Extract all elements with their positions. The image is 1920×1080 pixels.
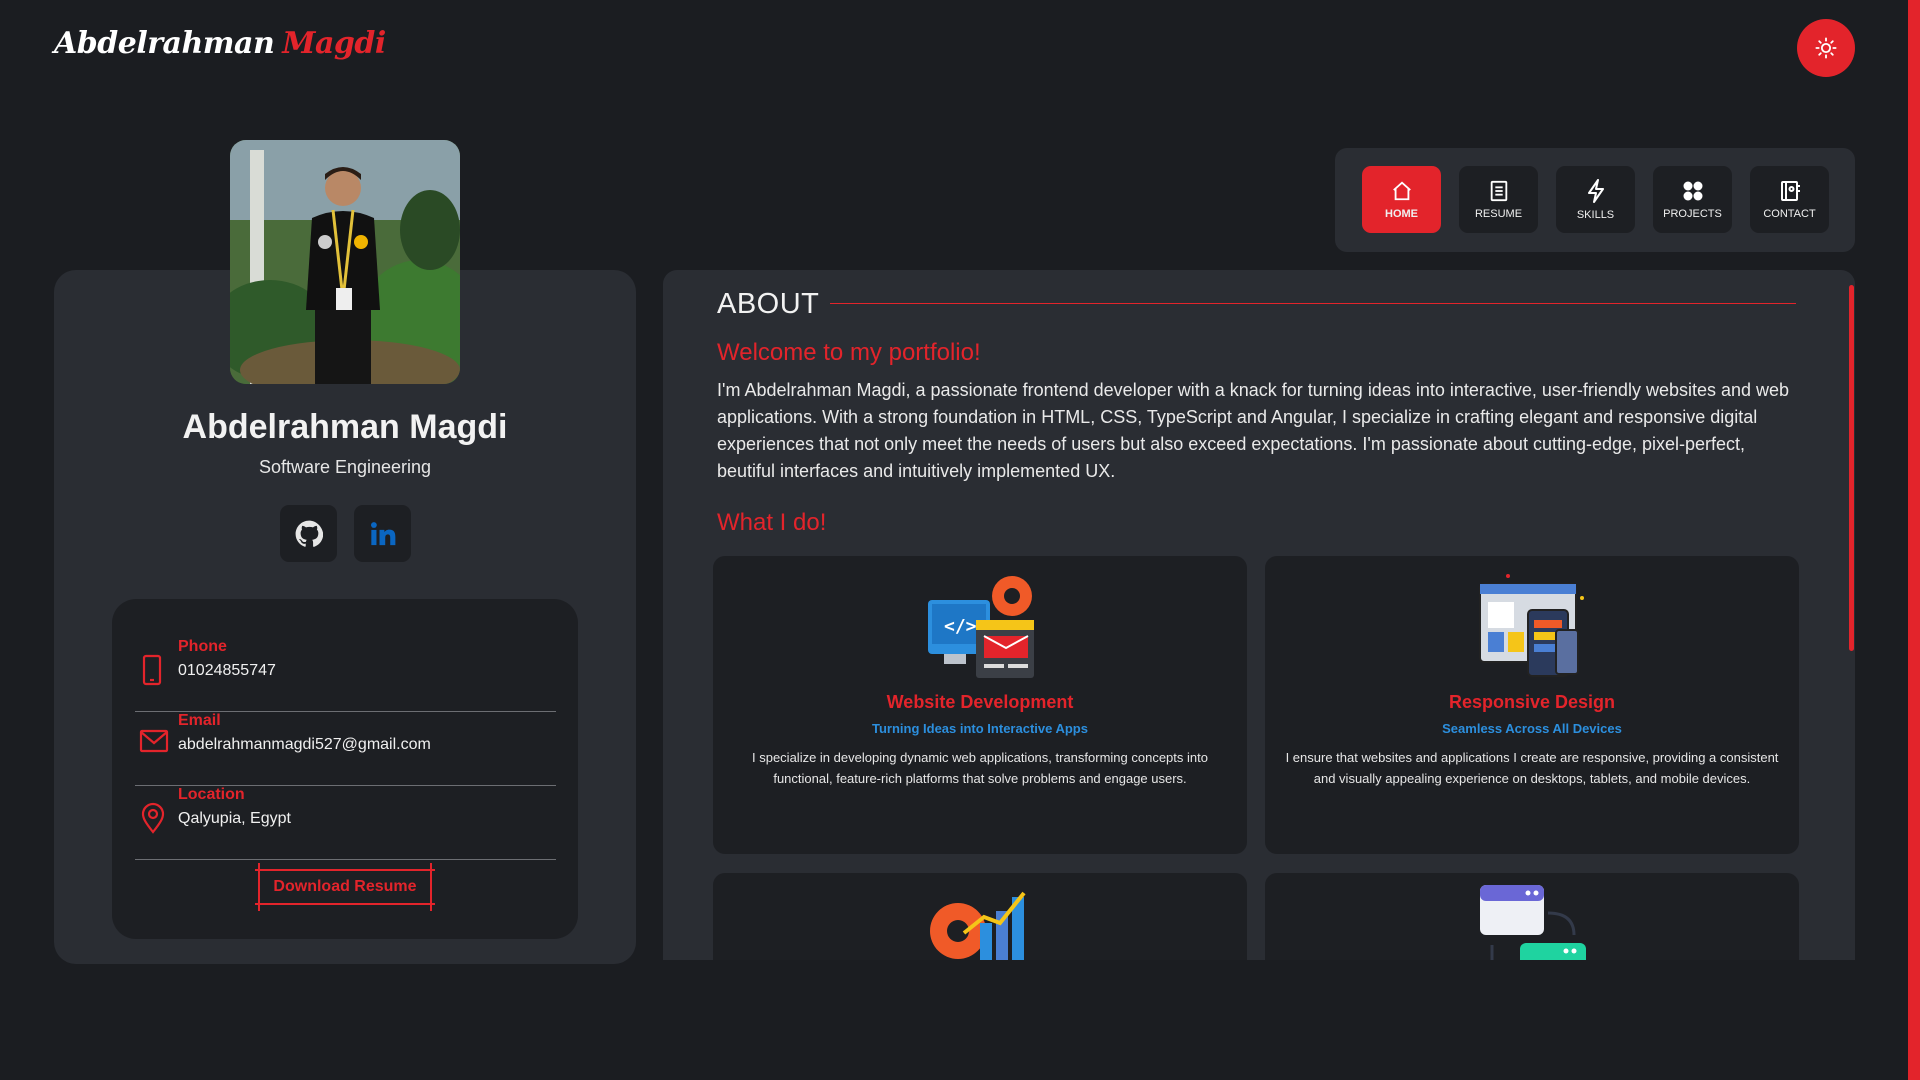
contact-email: Email abdelrahmanmagdi527@gmail.com	[135, 712, 556, 786]
resume-icon	[1490, 180, 1507, 201]
about-panel-scrollbar[interactable]	[1849, 285, 1854, 651]
performance-growth-icon	[930, 891, 1026, 960]
site-logo[interactable]: Abdelrahman Magdi	[54, 26, 386, 61]
mail-icon	[139, 729, 169, 753]
about-title-divider	[830, 303, 1796, 304]
responsive-design-icon	[1479, 574, 1584, 677]
profile-name: Abdelrahman Magdi	[182, 408, 508, 446]
service-subtitle: Turning Ideas into Interactive Apps	[872, 721, 1088, 736]
nav-label: PROJECTS	[1663, 207, 1722, 220]
service-card	[713, 873, 1247, 960]
bolt-icon	[1587, 178, 1604, 203]
service-card-web-development: </> Website Development Turning Ideas in…	[713, 556, 1247, 854]
service-title: Responsive Design	[1448, 692, 1616, 712]
service-card	[1265, 873, 1799, 960]
page-scrollbar[interactable]	[1908, 0, 1920, 1080]
service-subtitle: Seamless Across All Devices	[1442, 721, 1622, 736]
about-paragraph: I'm Abdelrahman Magdi, a passionate fron…	[717, 380, 1790, 481]
linkedin-icon	[370, 521, 395, 545]
contact-value[interactable]: abdelrahmanmagdi527@gmail.com	[178, 736, 431, 754]
main-nav: HOME RESUME SKILLS PROJECTS CONTACT	[1335, 148, 1855, 252]
location-icon	[141, 802, 165, 834]
workflow-icon	[1480, 885, 1586, 960]
about-panel: </> Website Development Turning Ideas in…	[663, 270, 1855, 960]
welcome-heading: Welcome to my portfolio!	[717, 339, 981, 366]
nav-label: HOME	[1385, 207, 1418, 220]
nav-label: SKILLS	[1576, 208, 1615, 221]
contact-value: 01024855747	[178, 662, 276, 679]
phone-icon	[142, 654, 162, 686]
svg-text:</>: </>	[944, 616, 977, 637]
nav-contact[interactable]: CONTACT	[1750, 166, 1829, 233]
contact-label: Phone	[178, 638, 227, 655]
logo-first-name: Abdelrahman	[54, 26, 275, 61]
download-resume-label: Download Resume	[273, 878, 417, 895]
github-icon	[295, 520, 323, 547]
profile-role: Software Engineering	[258, 457, 432, 477]
about-title: ABOUT	[717, 288, 820, 320]
home-icon	[1392, 181, 1411, 200]
nav-label: RESUME	[1474, 207, 1523, 220]
nav-label: CONTACT	[1763, 207, 1816, 220]
contact-label: Email	[178, 712, 221, 729]
sun-icon	[1815, 37, 1837, 59]
download-resume-button[interactable]: Download Resume	[255, 863, 435, 911]
service-title: Website Development	[886, 692, 1074, 712]
contact-label: Location	[178, 786, 245, 803]
web-development-icon: </>	[928, 576, 1034, 678]
github-link[interactable]	[280, 505, 337, 562]
theme-toggle-button[interactable]	[1797, 19, 1855, 77]
grid-icon	[1683, 181, 1702, 200]
nav-home[interactable]: HOME	[1362, 166, 1441, 233]
service-description: I specialize in developing dynamic web a…	[752, 750, 1208, 786]
nav-resume[interactable]: RESUME	[1459, 166, 1538, 233]
service-description: I ensure that websites and applications …	[1285, 750, 1779, 786]
linkedin-link[interactable]	[354, 505, 411, 562]
contact-phone: Phone 01024855747	[135, 638, 556, 712]
contact-value: Qalyupia, Egypt	[178, 810, 291, 827]
nav-skills[interactable]: SKILLS	[1556, 166, 1635, 233]
contact-location: Location Qalyupia, Egypt	[135, 786, 556, 860]
nav-projects[interactable]: PROJECTS	[1653, 166, 1732, 233]
avatar	[230, 140, 460, 384]
what-i-do-heading: What I do!	[717, 509, 827, 536]
service-card-responsive-design: Responsive Design Seamless Across All De…	[1265, 556, 1799, 854]
contact-book-icon	[1780, 180, 1800, 201]
logo-last-name: Magdi	[282, 26, 386, 61]
